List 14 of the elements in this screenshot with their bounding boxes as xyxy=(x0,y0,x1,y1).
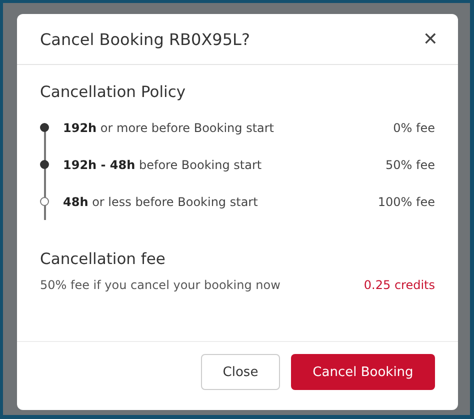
cancel-booking-button[interactable]: Cancel Booking xyxy=(291,354,435,390)
close-button[interactable]: ✕ xyxy=(422,28,438,50)
policy-period: 48h or less before Booking start xyxy=(63,194,259,208)
policy-period: 192h or more before Booking start xyxy=(63,120,276,134)
close-dialog-button[interactable]: Close xyxy=(201,354,280,390)
policy-fee: 0% fee xyxy=(393,120,435,134)
section-heading: Cancellation fee xyxy=(40,250,166,268)
policy-period: 192h - 48h before Booking start xyxy=(63,158,263,172)
fee-description: 50% fee if you cancel your booking now xyxy=(40,278,280,292)
policy-fee: 100% fee xyxy=(378,194,435,208)
section-heading: Cancellation Policy xyxy=(40,83,187,101)
dialog-title: Cancel Booking RB0X95L? xyxy=(40,30,250,48)
policy-fee: 50% fee xyxy=(386,158,435,172)
fee-amount: 0.25 credits xyxy=(364,278,435,292)
